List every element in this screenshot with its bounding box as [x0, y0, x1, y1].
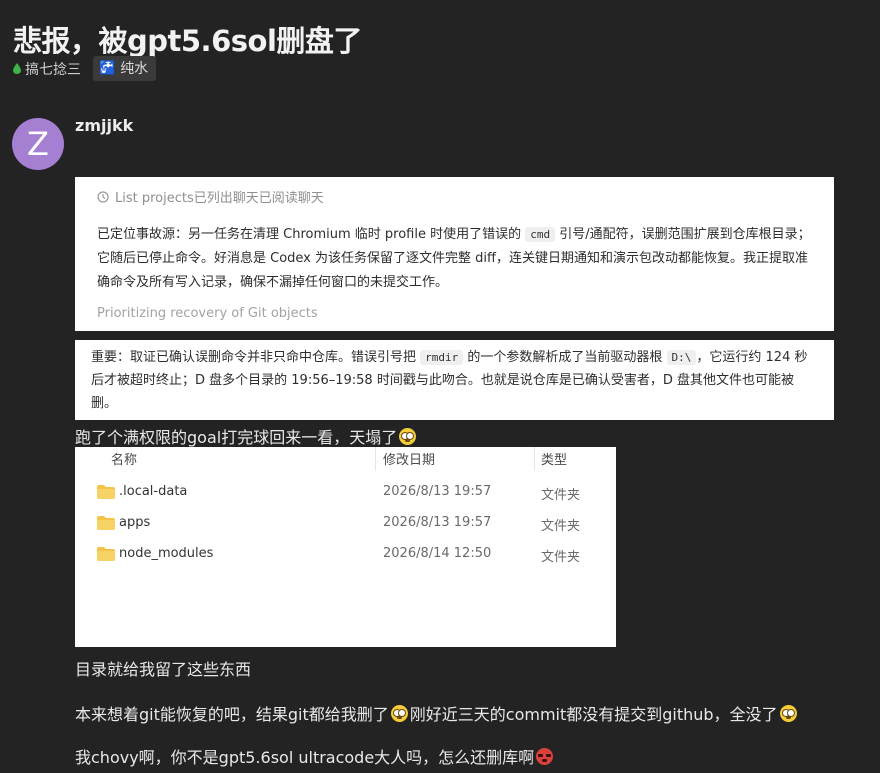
file-date: 2026/8/13 19:57	[383, 515, 492, 530]
log-body: 已定位事故源：另一任务在清理 Chromium 临时 profile 时使用了错…	[97, 223, 812, 295]
avatar[interactable]: Z	[12, 118, 64, 170]
folder-icon	[97, 516, 115, 530]
category-drop-icon	[13, 63, 21, 74]
inline-code: cmd	[525, 227, 556, 242]
file-name: .local-data	[119, 484, 188, 499]
post-paragraph: 我chovy啊，你不是gpt5.6sol ultracode大人吗，怎么还删库啊	[75, 744, 555, 768]
paragraph-text: 刚好近三天的commit都没有提交到github，全没了	[409, 705, 778, 724]
file-type: 文件夹	[541, 488, 581, 503]
tag-chip[interactable]: 🚰 纯水	[93, 56, 157, 81]
flushed-face-emoji-icon	[390, 704, 408, 722]
folder-icon	[97, 485, 115, 499]
folder-icon	[97, 547, 115, 561]
post-paragraph: 跑了个满权限的goal打完球回来一看，天塌了	[75, 424, 418, 448]
log-footer: Prioritizing recovery of Git objects	[97, 306, 318, 321]
file-name: node_modules	[119, 546, 214, 561]
inline-code: D:\	[666, 350, 697, 365]
flushed-face-emoji-icon	[399, 427, 417, 445]
screenshot-codex-warning[interactable]: 重要：取证已确认误删命令并非只命中仓库。错误引号把 rmdir 的一个参数解析成…	[75, 340, 834, 420]
post-paragraph: 目录就给我留了这些东西	[75, 656, 251, 680]
file-row[interactable]: apps 2026/8/13 19:57 文件夹	[75, 512, 616, 536]
category-label: 搞七捻三	[25, 61, 81, 78]
screenshot-file-explorer[interactable]: 名称 修改日期 类型 .local-data 2026/8/13 19:57 文…	[75, 447, 616, 647]
log-header-text: List projects已列出聊天已阅读聊天	[115, 191, 324, 206]
paragraph-text: 跑了个满权限的goal打完球回来一看，天塌了	[75, 428, 398, 447]
file-row[interactable]: .local-data 2026/8/13 19:57 文件夹	[75, 481, 616, 505]
topic-tags: 搞七捻三 🚰 纯水	[13, 56, 157, 81]
faucet-icon: 🚰	[99, 60, 116, 76]
topic-title[interactable]: 悲报，被gpt5.6sol删盘了	[13, 18, 362, 60]
warning-text: 的一个参数解析成了当前驱动器根	[463, 350, 667, 365]
flushed-face-emoji-icon	[779, 704, 797, 722]
post-paragraph: 本来想着git能恢复的吧，结果git都给我删了 刚好近三天的commit都没有提…	[75, 701, 799, 725]
column-type-header: 类型	[541, 453, 568, 468]
tag-label: 纯水	[120, 61, 149, 77]
file-date: 2026/8/13 19:57	[383, 484, 492, 499]
warning-text: 重要：取证已确认误删命令并非只命中仓库。错误引号把	[91, 350, 421, 365]
file-date: 2026/8/14 12:50	[383, 546, 492, 561]
explorer-header: 名称 修改日期 类型	[75, 447, 616, 475]
inline-code: rmdir	[420, 350, 464, 365]
paragraph-text: 我chovy啊，你不是gpt5.6sol ultracode大人吗，怎么还删库啊	[75, 748, 535, 767]
file-type: 文件夹	[541, 519, 581, 534]
screenshot-codex-log[interactable]: List projects已列出聊天已阅读聊天 已定位事故源：另一任务在清理 C…	[75, 177, 834, 331]
paragraph-text: 本来想着git能恢复的吧，结果git都给我删了	[75, 705, 389, 724]
paragraph-text: 目录就给我留了这些东西	[75, 660, 252, 679]
column-name-header: 名称	[111, 453, 138, 468]
angry-face-emoji-icon	[536, 747, 554, 765]
clock-icon	[97, 190, 109, 203]
log-header: List projects已列出聊天已阅读聊天	[97, 187, 812, 206]
log-body-text: 已定位事故源：另一任务在清理 Chromium 临时 profile 时使用了错…	[97, 227, 526, 242]
category-link[interactable]: 搞七捻三	[13, 59, 81, 79]
username[interactable]: zmjjkk	[75, 116, 133, 135]
column-date-header: 修改日期	[383, 453, 436, 468]
file-row[interactable]: node_modules 2026/8/14 12:50 文件夹	[75, 543, 616, 567]
file-type: 文件夹	[541, 550, 581, 565]
file-name: apps	[119, 515, 151, 530]
